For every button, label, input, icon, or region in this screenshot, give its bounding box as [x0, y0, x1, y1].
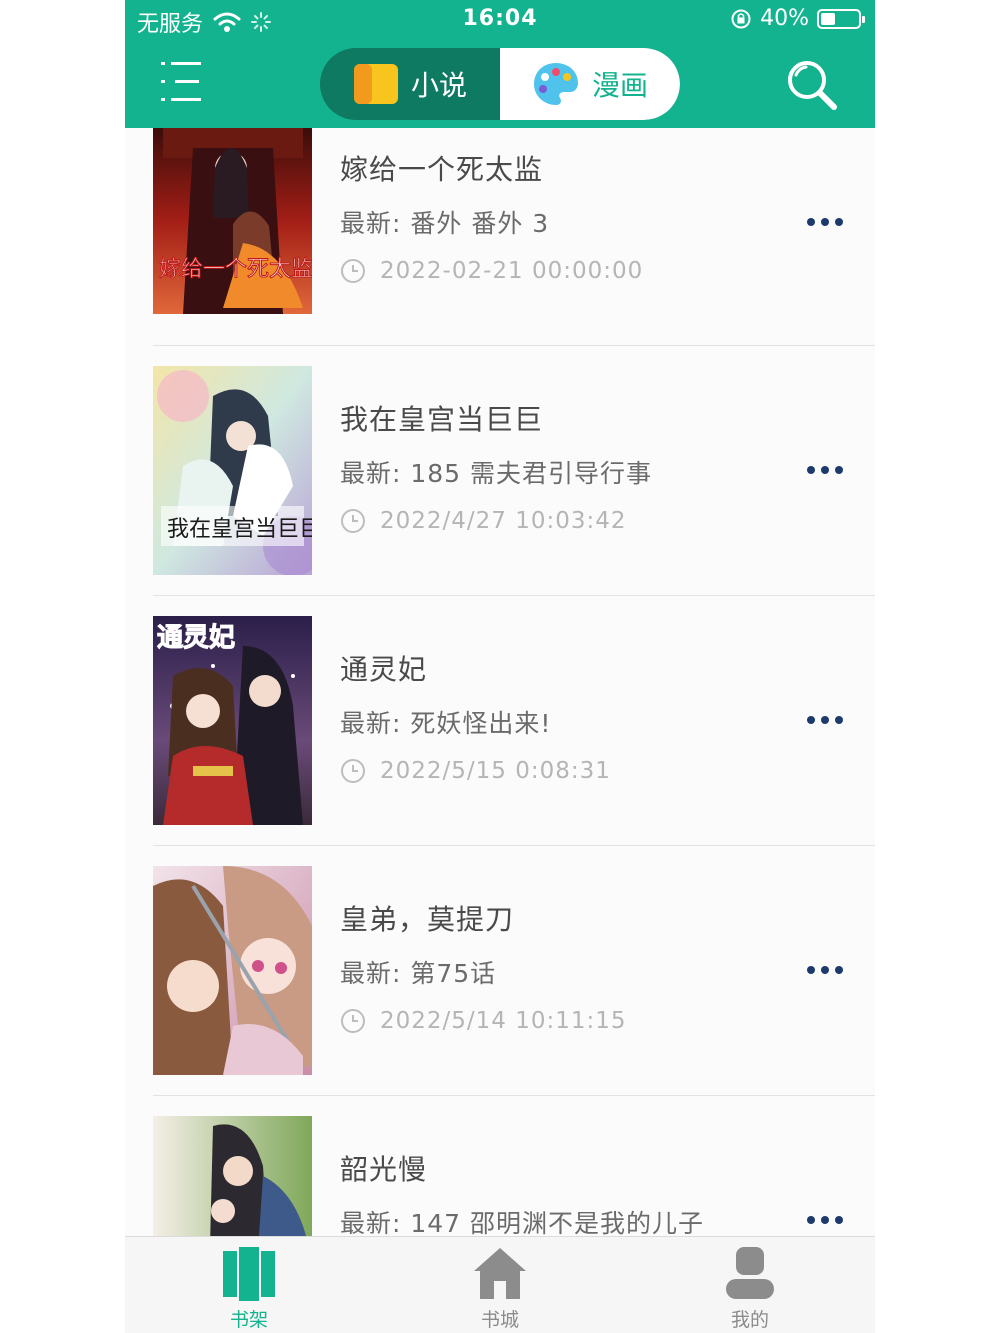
- tab-bookstore-label: 书城: [480, 1309, 519, 1331]
- cover-art: 我在皇宫当巨巨: [153, 366, 312, 575]
- list-item[interactable]: 我在皇宫当巨巨 我在皇宫当巨巨 最新: 185 需夫君引导行事 2022/4/2…: [125, 346, 875, 596]
- more-options-icon[interactable]: [805, 216, 845, 228]
- clock-icon: [341, 509, 365, 533]
- comic-cover[interactable]: [153, 866, 312, 1075]
- menu-icon: [161, 62, 201, 101]
- list-item[interactable]: 嫁给一个死太监 嫁给一个死太监 最新: 番外 番外 3 2022-02-21 0…: [125, 128, 875, 368]
- comic-cover[interactable]: [153, 1116, 312, 1236]
- tab-profile[interactable]: 我的: [690, 1245, 810, 1333]
- latest-chapter: 最新: 185 需夫君引导行事: [340, 459, 653, 488]
- more-options-icon[interactable]: [805, 464, 845, 476]
- cover-title-art: 嫁给一个死太监: [159, 257, 312, 282]
- update-time-text: 2022-02-21 00:00:00: [380, 258, 644, 284]
- comic-title: 韶光慢: [340, 1153, 428, 1186]
- bookshelf-icon: [223, 1247, 275, 1301]
- update-time-text: 2022/5/14 10:11:15: [380, 1008, 627, 1034]
- update-time: 2022/5/14 10:11:15: [340, 1008, 627, 1034]
- home-icon: [474, 1248, 526, 1299]
- clock-icon: [341, 259, 365, 283]
- battery-icon: [817, 8, 865, 29]
- comic-cover[interactable]: 通灵妃: [153, 616, 312, 825]
- search-button[interactable]: [785, 58, 839, 112]
- cover-title-art: 通灵妃: [157, 622, 235, 653]
- palette-icon: [533, 63, 578, 105]
- cover-art: [153, 866, 312, 1075]
- more-options-icon[interactable]: [805, 1214, 845, 1226]
- cover-art: 通灵妃: [153, 616, 312, 825]
- battery-level: [821, 12, 835, 25]
- bookshelf-list: 嫁给一个死太监 嫁给一个死太监 最新: 番外 番外 3 2022-02-21 0…: [125, 128, 875, 1236]
- battery-percent: 40%: [760, 6, 809, 31]
- list-item[interactable]: 韶光慢 最新: 147 邵明渊不是我的儿子: [125, 1096, 875, 1236]
- latest-chapter: 最新: 死妖怪出来!: [340, 709, 552, 738]
- update-time: 2022-02-21 00:00:00: [340, 258, 643, 284]
- orientation-lock-icon: [731, 9, 751, 28]
- update-time: 2022/5/15 0:08:31: [340, 758, 611, 784]
- tab-bookstore[interactable]: 书城: [440, 1245, 560, 1333]
- tab-bookshelf[interactable]: 书架: [189, 1245, 309, 1333]
- update-time: 2022/4/27 10:03:42: [340, 508, 627, 534]
- app-header: 无服务 16:04 40% 小说 漫画: [125, 0, 875, 128]
- latest-chapter: 最新: 番外 番外 3: [340, 209, 550, 238]
- comic-title: 嫁给一个死太监: [340, 153, 544, 186]
- comic-cover[interactable]: 嫁给一个死太监: [153, 128, 312, 314]
- tab-novel-label: 小说: [410, 69, 467, 102]
- status-bar: 无服务 16:04 40%: [125, 0, 875, 40]
- book-icon: [353, 64, 398, 104]
- update-time-text: 2022/5/15 0:08:31: [380, 758, 611, 784]
- clock-icon: [341, 1009, 365, 1033]
- tab-novel[interactable]: 小说: [320, 48, 500, 120]
- tab-bookshelf-label: 书架: [229, 1309, 268, 1331]
- tab-comic-label: 漫画: [591, 69, 648, 102]
- latest-chapter: 最新: 第75话: [340, 959, 497, 988]
- comic-title: 通灵妃: [340, 653, 428, 686]
- cover-art: [153, 1116, 312, 1236]
- status-right: 40%: [730, 6, 865, 31]
- more-options-icon[interactable]: [805, 714, 845, 726]
- tab-profile-label: 我的: [730, 1309, 769, 1331]
- menu-button[interactable]: [161, 60, 205, 104]
- comic-cover[interactable]: 我在皇宫当巨巨: [153, 366, 312, 575]
- more-options-icon[interactable]: [805, 964, 845, 976]
- search-icon: [788, 61, 837, 110]
- latest-chapter: 最新: 147 邵明渊不是我的儿子: [340, 1209, 705, 1236]
- tab-comic[interactable]: 漫画: [500, 48, 680, 120]
- content-type-switch: 小说 漫画: [320, 48, 680, 120]
- list-item[interactable]: 皇弟，莫提刀 最新: 第75话 2022/5/14 10:11:15: [125, 846, 875, 1096]
- bottom-tab-bar: 书架 书城 我的: [125, 1236, 875, 1333]
- user-icon: [726, 1247, 774, 1299]
- clock-icon: [341, 759, 365, 783]
- update-time-text: 2022/4/27 10:03:42: [380, 508, 627, 534]
- list-item[interactable]: 通灵妃 通灵妃 最新: 死妖怪出来! 2022/5/15 0:08:31: [125, 596, 875, 846]
- comic-title: 我在皇宫当巨巨: [340, 403, 544, 436]
- app-screen: 无服务 16:04 40% 小说 漫画 嫁给一个死太监 嫁给一个死太监 最新: …: [125, 0, 875, 1333]
- comic-title: 皇弟，莫提刀: [340, 903, 515, 936]
- cover-title-art: 我在皇宫当巨巨: [167, 517, 312, 542]
- cover-art: 嫁给一个死太监: [153, 128, 312, 314]
